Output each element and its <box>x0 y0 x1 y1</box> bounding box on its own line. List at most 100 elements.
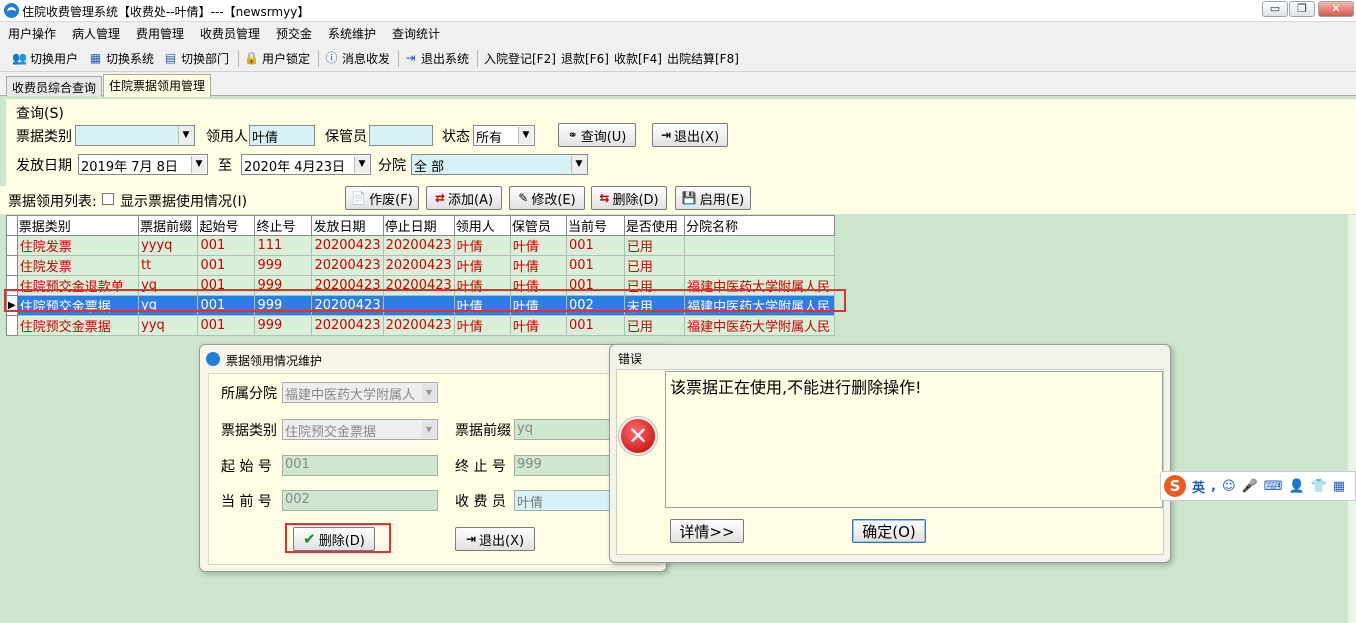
tab-bill-management[interactable]: 住院票据领用管理 <box>103 74 212 97</box>
grid-header: 票据类别 票据前缀 起始号 终止号 发放日期 停止日期 领用人 保管员 当前号 … <box>6 215 835 236</box>
branch-select[interactable]: 全 部 ▼ <box>411 154 588 175</box>
user-icon[interactable]: 👤 <box>1288 479 1304 494</box>
menu-fee-mgmt[interactable]: 费用管理 <box>136 25 184 42</box>
ime-toolbar[interactable]: S 英 , ☺ 🎤 ⌨ 👤 👕 ▦ <box>1160 471 1356 501</box>
menu-prepayment[interactable]: 预交金 <box>276 25 312 42</box>
keeper-input[interactable] <box>369 125 433 146</box>
menu-cashier-mgmt[interactable]: 收费员管理 <box>200 25 260 42</box>
cashier-field[interactable]: 叶倩 <box>514 490 610 511</box>
col-in-use[interactable]: 是否使用 <box>623 215 686 236</box>
col-start-no[interactable]: 起始号 <box>197 215 256 236</box>
maximize-button[interactable]: ❐ <box>1289 1 1315 17</box>
switch-dept-button[interactable]: ▤ 切换部门 <box>163 50 229 67</box>
start-no-field[interactable]: 001 <box>282 455 438 476</box>
bill-grid: 票据类别 票据前缀 起始号 终止号 发放日期 停止日期 领用人 保管员 当前号 … <box>6 215 835 336</box>
row-indicator <box>6 255 18 276</box>
menu-system-maint[interactable]: 系统维护 <box>328 25 376 42</box>
cell-keeper: 叶倩 <box>509 235 568 256</box>
date-to-picker[interactable]: 2020年 4月23日 ▼ <box>241 154 371 175</box>
info-icon: ⓘ <box>325 51 338 65</box>
dialog-exit-button[interactable]: ⇥ 退出(X) <box>455 527 535 551</box>
to-label: 至 <box>218 158 232 174</box>
search-button[interactable]: ⚭ 查询(U) <box>558 123 636 147</box>
grid-menu-icon[interactable]: ▦ <box>1333 479 1345 494</box>
switch-user-button[interactable]: 👥 切换用户 <box>12 50 78 67</box>
bill-table: 票据类别 票据前缀 起始号 终止号 发放日期 停止日期 领用人 保管员 当前号 … <box>6 215 835 336</box>
skin-icon[interactable]: 👕 <box>1311 479 1327 494</box>
show-usage-checkbox[interactable] <box>102 193 114 205</box>
col-prefix[interactable]: 票据前缀 <box>138 215 199 236</box>
col-branch-name[interactable]: 分院名称 <box>684 215 835 236</box>
cell-end-no: 111 <box>254 235 313 256</box>
cell-prefix: yyyq <box>138 235 199 256</box>
col-end-no[interactable]: 终止号 <box>254 215 313 236</box>
row-indicator-header <box>6 215 18 236</box>
charge-button[interactable]: 收款[F4] <box>614 50 662 67</box>
punctuation-icon[interactable]: , <box>1211 479 1216 494</box>
col-receiver[interactable]: 领用人 <box>453 215 511 236</box>
delete-arrow-icon: ⇆ <box>599 191 610 205</box>
date-from-picker[interactable]: 2019年 7月 8日 ▼ <box>78 154 208 175</box>
branch-label: 所属分院 <box>221 386 277 402</box>
chevron-down-icon: ▼ <box>191 156 206 173</box>
switch-system-button[interactable]: ▦ 切换系统 <box>88 50 154 67</box>
col-keeper[interactable]: 保管员 <box>509 215 568 236</box>
col-stop-date[interactable]: 停止日期 <box>382 215 455 236</box>
prefix-field[interactable]: yq <box>514 419 610 440</box>
table-row[interactable]: 住院预交金票据 yyq 001 999 20200423 20200423 叶倩… <box>6 315 835 336</box>
ime-logo-icon[interactable]: S <box>1164 475 1186 497</box>
toolbar-separator <box>398 50 399 67</box>
microphone-icon[interactable]: 🎤 <box>1242 479 1258 494</box>
minimize-button[interactable]: ▭ <box>1262 1 1288 17</box>
end-no-label: 终 止 号 <box>455 459 506 475</box>
menu-patient-mgmt[interactable]: 病人管理 <box>72 25 120 42</box>
table-row[interactable]: 住院发票 yyyq 001 111 20200423 20200423 叶倩 叶… <box>6 235 835 256</box>
toolbar: 👥 切换用户 ▦ 切换系统 ▤ 切换部门 🔒 用户锁定 ⓘ 消息收发 ⇥ 退出系统 入院登记… <box>0 44 1356 72</box>
delete-button[interactable]: ⇆ 删除(D) <box>591 186 667 210</box>
tab-cashier-query[interactable]: 收费员综合查询 <box>6 76 103 96</box>
ok-button[interactable]: 确定(O) <box>852 519 926 543</box>
current-no-field[interactable]: 002 <box>282 490 438 511</box>
ime-mode-label[interactable]: 英 <box>1192 477 1205 496</box>
status-label: 状态 <box>442 129 470 145</box>
cell-stop-date: 20200423 <box>382 255 455 276</box>
user-lock-button[interactable]: 🔒 用户锁定 <box>244 50 310 67</box>
exit-system-button[interactable]: ⇥ 退出系统 <box>403 50 469 67</box>
add-button[interactable]: ⇄ 添加(A) <box>426 186 502 210</box>
status-select[interactable]: 所有 ▼ <box>473 125 535 146</box>
receiver-input[interactable]: 叶倩 <box>249 125 315 146</box>
branch-select[interactable]: 福建中医药大学附属人 ▼ <box>282 382 438 403</box>
details-button[interactable]: 详情>> <box>670 519 744 543</box>
close-button[interactable]: ✕ <box>1318 1 1354 17</box>
menu-query-stats[interactable]: 查询统计 <box>392 25 440 42</box>
discharge-button[interactable]: 出院结算[F8] <box>667 50 739 67</box>
cell-branch-name <box>684 255 835 276</box>
end-no-field[interactable]: 999 <box>514 455 610 476</box>
cell-branch-name: 福建中医药大学附属人民 <box>684 315 835 336</box>
refund-button[interactable]: 退款[F6] <box>561 50 609 67</box>
bill-edit-dialog: 票据领用情况维护 所属分院 福建中医药大学附属人 ▼ 票据类别 住院预交金票据 ▼ … <box>199 344 667 572</box>
enable-button[interactable]: 💾 启用(E) <box>675 186 751 210</box>
error-title: 错误 <box>618 352 643 366</box>
col-current-no[interactable]: 当前号 <box>566 215 625 236</box>
edit-button[interactable]: ✎ 修改(E) <box>509 186 585 210</box>
bill-type-select[interactable]: 住院预交金票据 ▼ <box>282 419 438 440</box>
message-button[interactable]: ⓘ 消息收发 <box>324 50 390 67</box>
menu-user-ops[interactable]: 用户操作 <box>8 25 56 42</box>
col-bill-type[interactable]: 票据类别 <box>16 215 140 236</box>
dialog-delete-button[interactable]: ✔ 删除(D) <box>293 527 375 551</box>
admit-button[interactable]: 入院登记[F2] <box>484 50 556 67</box>
bill-type-label: 票据类别 <box>221 423 277 439</box>
scrollbar[interactable] <box>1348 215 1356 623</box>
keyboard-icon[interactable]: ⌨ <box>1264 479 1283 494</box>
bill-type-select[interactable]: ▼ <box>75 125 195 146</box>
query-exit-button[interactable]: ⇥ 退出(X) <box>652 123 728 147</box>
start-no-label: 起 始 号 <box>221 459 272 475</box>
void-button[interactable]: 📄 作废(F) <box>345 186 419 210</box>
table-row[interactable]: 住院发票 tt 001 999 20200423 20200423 叶倩 叶倩 … <box>6 255 835 276</box>
chevron-down-icon: ▼ <box>354 156 369 173</box>
emoji-icon[interactable]: ☺ <box>1222 479 1236 494</box>
users-icon: 👥 <box>12 51 27 65</box>
bill-type-label: 票据类别 <box>16 129 72 145</box>
col-issue-date[interactable]: 发放日期 <box>311 215 384 236</box>
